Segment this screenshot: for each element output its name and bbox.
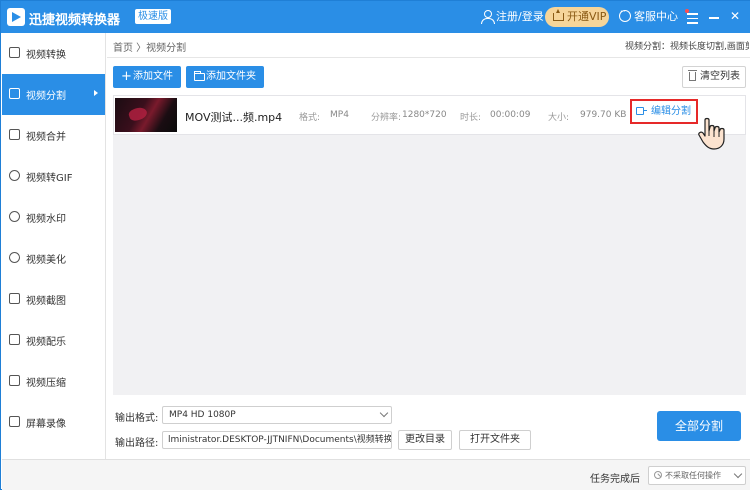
sidebar-item-record[interactable]: 屏幕录像 [2,402,105,443]
service-link[interactable]: 客服中心 [634,9,678,25]
app-logo-icon [7,8,25,26]
edit-split-label: 编辑分割 [651,106,691,117]
resolution-value: 1280*720 [402,110,447,120]
sidebar-item-label: 视频压缩 [26,378,66,389]
sidebar-item-compress[interactable]: 视频压缩 [2,361,105,402]
ban-icon [654,471,662,479]
trash-icon [688,70,697,81]
output-path-label: 输出路径: [115,438,159,449]
sidebar-item-label: 视频配乐 [26,337,66,348]
folder-icon [194,71,205,81]
watermark-icon [9,211,20,222]
divider [107,57,750,58]
format-value: MP4 [330,110,349,120]
clear-list-label: 清空列表 [700,71,740,82]
sidebar-item-label: 视频美化 [26,255,66,266]
sidebar-item-label: 视频转GIF [26,173,73,184]
sidebar-item-convert[interactable]: 视频转换 [2,33,105,74]
duration-label: 时长: [460,113,482,123]
feature-description: 视频分割：视频长度切割,画面剪裁 [625,42,749,52]
screenshot-icon [9,293,20,304]
sidebar-item-label: 视频分割 [26,91,66,102]
chevron-right-icon [94,90,98,96]
output-format-value: MP4 HD 1080P [169,410,236,420]
clear-list-button[interactable]: 清空列表 [682,66,746,88]
sidebar: 视频转换 视频分割 视频合并 视频转GIF 视频水印 视频美化 视频截图 视频配… [2,33,106,459]
output-format-select[interactable]: MP4 HD 1080P [162,406,392,424]
file-list: MOV测试...频.mp4 格式: MP4 分辨率: 1280*720 时长: … [113,95,746,395]
open-folder-button[interactable]: 打开文件夹 [459,430,531,450]
beautify-icon [9,252,20,263]
after-task-label: 任务完成后 [590,474,640,485]
sidebar-item-label: 视频转换 [26,50,66,61]
after-task-select[interactable]: 不采取任何操作 [648,466,746,485]
file-name: MOV测试...频.mp4 [185,111,283,124]
split-icon [9,88,20,99]
sidebar-item-label: 视频截图 [26,296,66,307]
video-thumbnail [115,98,177,132]
breadcrumb: 首页 〉视频分割 [113,43,187,54]
output-panel: 输出格式: MP4 HD 1080P 输出路径: lministrator.DE… [107,395,750,459]
output-format-label: 输出格式: [115,413,159,424]
app-title: 迅捷视频转换器 [29,13,121,28]
format-label: 格式: [299,113,321,123]
sidebar-item-screenshot[interactable]: 视频截图 [2,279,105,320]
gif-icon [9,170,20,181]
sidebar-item-beautify[interactable]: 视频美化 [2,238,105,279]
sidebar-item-watermark[interactable]: 视频水印 [2,197,105,238]
convert-icon [9,47,20,58]
minimize-icon[interactable] [708,11,720,23]
add-file-label: 添加文件 [133,71,173,82]
menu-icon[interactable] [687,13,699,25]
close-icon[interactable]: ✕ [729,10,741,22]
size-value: 979.70 KB [580,110,627,120]
size-label: 大小: [548,113,570,123]
split-all-button[interactable]: 全部分割 [657,411,741,441]
status-bar: 任务完成后 不采取任何操作 [2,459,750,490]
edit-split-button[interactable]: 编辑分割 [630,99,698,124]
change-directory-button[interactable]: 更改目录 [398,430,452,450]
record-icon [9,416,20,427]
sidebar-item-merge[interactable]: 视频合并 [2,115,105,156]
crown-icon [553,9,564,21]
add-folder-label: 添加文件夹 [206,71,256,82]
app-window: 迅捷视频转换器 极速版 注册/登录 开通VIP 客服中心 ✕ 视频转换 视频分割… [0,0,750,490]
sidebar-item-gif[interactable]: 视频转GIF [2,156,105,197]
title-bar: 迅捷视频转换器 极速版 注册/登录 开通VIP 客服中心 ✕ [1,1,750,33]
chevron-down-icon [379,408,389,418]
vip-button[interactable]: 开通VIP [545,7,609,27]
resolution-label: 分辨率: [371,113,402,123]
chevron-down-icon [733,469,743,479]
vip-label: 开通VIP [567,10,607,23]
user-icon[interactable] [481,10,495,24]
login-link[interactable]: 注册/登录 [496,9,544,25]
sidebar-item-label: 视频水印 [26,214,66,225]
main-panel: 首页 〉视频分割 视频分割：视频长度切割,画面剪裁 + 添加文件 添加文件夹 清… [107,33,750,459]
compress-icon [9,375,20,386]
edition-badge: 极速版 [135,9,171,24]
music-icon [9,334,20,345]
add-file-button[interactable]: + 添加文件 [113,66,181,88]
after-task-value: 不采取任何操作 [665,471,721,480]
duration-value: 00:00:09 [490,110,531,120]
file-row[interactable]: MOV测试...频.mp4 格式: MP4 分辨率: 1280*720 时长: … [113,95,746,135]
sidebar-item-label: 屏幕录像 [26,419,66,430]
merge-icon [9,129,20,140]
output-path-field[interactable]: lministrator.DESKTOP-JJTNIFN\Documents\视… [162,431,392,449]
plus-icon: + [121,69,132,84]
hand-pointer-icon [698,117,725,150]
sidebar-item-split[interactable]: 视频分割 [2,74,105,115]
chat-icon[interactable] [619,7,631,22]
sidebar-item-music[interactable]: 视频配乐 [2,320,105,361]
add-folder-button[interactable]: 添加文件夹 [186,66,264,88]
sidebar-item-label: 视频合并 [26,132,66,143]
edit-split-icon [636,107,647,115]
